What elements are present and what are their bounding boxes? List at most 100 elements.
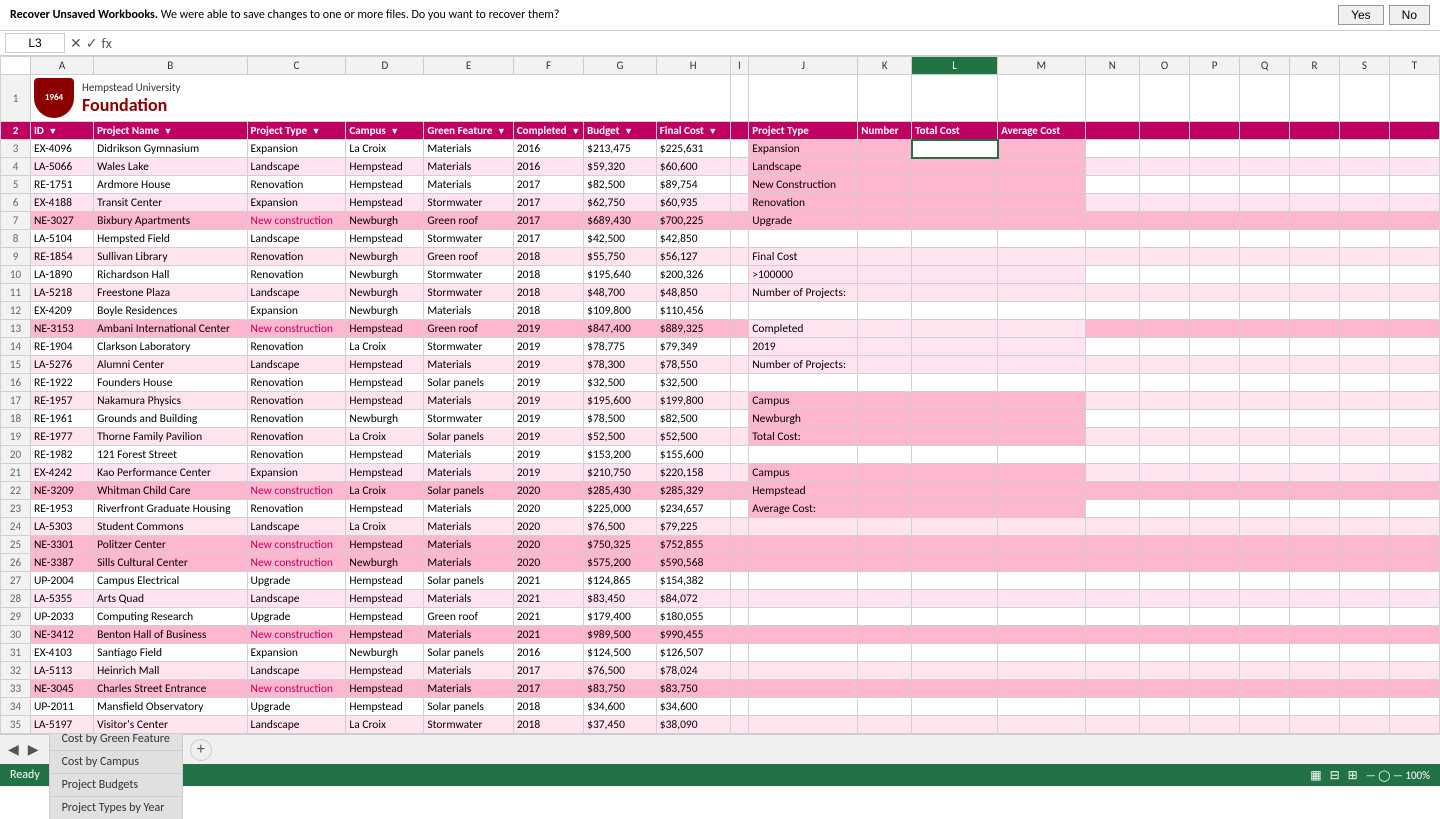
- number-val[interactable]: [858, 140, 912, 158]
- cell-col-17[interactable]: [1290, 410, 1340, 428]
- number-val[interactable]: [858, 392, 912, 410]
- cell-col-15[interactable]: [1190, 464, 1240, 482]
- total-cost-val[interactable]: [912, 194, 998, 212]
- number-val[interactable]: [858, 734, 912, 735]
- cell-final-cost[interactable]: $700,225: [656, 212, 730, 230]
- cell-green-feature[interactable]: Materials: [424, 680, 514, 698]
- cell-1-t[interactable]: [1389, 75, 1439, 122]
- total-cost-val[interactable]: [912, 572, 998, 590]
- cell-budget[interactable]: $109,800: [584, 302, 657, 320]
- cell-col-13[interactable]: [1085, 410, 1140, 428]
- project-type-val[interactable]: >100000: [749, 266, 858, 284]
- avg-cost-val[interactable]: [998, 158, 1085, 176]
- cell-project-name[interactable]: Richardson Hall: [94, 266, 247, 284]
- cell-col-15[interactable]: [1190, 302, 1240, 320]
- sheet-tab-cost-by-campus[interactable]: Cost by Campus: [49, 750, 183, 773]
- view-normal-icon[interactable]: ▦: [1310, 768, 1321, 783]
- cell-1-r[interactable]: [1290, 75, 1340, 122]
- cell-final-cost[interactable]: $752,855: [656, 536, 730, 554]
- cell-col-15[interactable]: [1190, 554, 1240, 572]
- avg-cost-val[interactable]: [998, 644, 1085, 662]
- cell-col-18[interactable]: [1340, 734, 1390, 735]
- cell-col-18[interactable]: [1340, 392, 1390, 410]
- cell-campus[interactable]: Hempstead: [346, 608, 424, 626]
- cell-id[interactable]: RE-1751: [31, 176, 94, 194]
- cell-col-15[interactable]: [1190, 428, 1240, 446]
- cell-col-18[interactable]: [1340, 482, 1390, 500]
- cell-col-19[interactable]: [1389, 590, 1439, 608]
- cell-id[interactable]: [31, 734, 94, 735]
- cell-project-name[interactable]: Computing Research: [94, 608, 247, 626]
- cell-col-17[interactable]: [1290, 374, 1340, 392]
- cell-col-13[interactable]: [1085, 698, 1140, 716]
- no-button[interactable]: No: [1389, 5, 1430, 25]
- cell-completed[interactable]: 2019: [513, 428, 583, 446]
- cell-id[interactable]: UP-2004: [31, 572, 94, 590]
- cell-project-type[interactable]: Renovation: [247, 248, 346, 266]
- cell-1-m[interactable]: [998, 75, 1085, 122]
- total-cost-val[interactable]: [912, 392, 998, 410]
- cell-green-feature[interactable]: Materials: [424, 518, 514, 536]
- cell-green-feature[interactable]: Stormwater: [424, 266, 514, 284]
- cell-green-feature[interactable]: Materials: [424, 626, 514, 644]
- cell-completed[interactable]: 2020: [513, 482, 583, 500]
- cell-col-13[interactable]: [1085, 392, 1140, 410]
- cell-final-cost[interactable]: $220,158: [656, 464, 730, 482]
- project-type-val[interactable]: Renovation: [749, 194, 858, 212]
- cell-final-cost[interactable]: $60,935: [656, 194, 730, 212]
- cell-id[interactable]: RE-1982: [31, 446, 94, 464]
- cell-project-type[interactable]: Expansion: [247, 140, 346, 158]
- cell-col-19[interactable]: [1389, 392, 1439, 410]
- cell-col-13[interactable]: [1085, 338, 1140, 356]
- cell-project-name[interactable]: Freestone Plaza: [94, 284, 247, 302]
- project-type-val[interactable]: [749, 230, 858, 248]
- cell-col-17[interactable]: [1290, 428, 1340, 446]
- cell-green-feature[interactable]: Materials: [424, 554, 514, 572]
- cell-green-feature[interactable]: Stormwater: [424, 230, 514, 248]
- total-cost-val[interactable]: [912, 356, 998, 374]
- project-type-val[interactable]: Expansion: [749, 140, 858, 158]
- col-e[interactable]: E: [424, 57, 514, 75]
- cell-col-15[interactable]: [1190, 716, 1240, 734]
- cell-col-14[interactable]: [1140, 662, 1190, 680]
- cell-project-type[interactable]: Landscape: [247, 284, 346, 302]
- total-cost-val[interactable]: [912, 500, 998, 518]
- cell-col-16[interactable]: [1240, 734, 1290, 735]
- cell-project-type[interactable]: Expansion: [247, 194, 346, 212]
- col-i[interactable]: I: [730, 57, 749, 75]
- cell-campus[interactable]: [346, 734, 424, 735]
- cell-col-16[interactable]: [1240, 410, 1290, 428]
- cell-project-type[interactable]: Upgrade: [247, 572, 346, 590]
- cell-campus[interactable]: Hempstead: [346, 194, 424, 212]
- cell-1-j[interactable]: [749, 75, 858, 122]
- cell-col-13[interactable]: [1085, 302, 1140, 320]
- cell-col-13[interactable]: [1085, 176, 1140, 194]
- cell-col-17[interactable]: [1290, 554, 1340, 572]
- cell-col-19[interactable]: [1389, 158, 1439, 176]
- total-cost-val[interactable]: [912, 518, 998, 536]
- cell-final-cost[interactable]: $889,325: [656, 320, 730, 338]
- cell-col-15[interactable]: [1190, 698, 1240, 716]
- cell-col-18[interactable]: [1340, 554, 1390, 572]
- project-type-val[interactable]: Total Cost:: [749, 428, 858, 446]
- tab-next-icon[interactable]: ▶: [25, 741, 42, 758]
- cell-col-13[interactable]: [1085, 428, 1140, 446]
- cell-col-16[interactable]: [1240, 158, 1290, 176]
- number-val[interactable]: [858, 302, 912, 320]
- cell-col-13[interactable]: [1085, 374, 1140, 392]
- cell-col-18[interactable]: [1340, 140, 1390, 158]
- cell-col-18[interactable]: [1340, 284, 1390, 302]
- avg-cost-val[interactable]: [998, 374, 1085, 392]
- cell-col-18[interactable]: [1340, 266, 1390, 284]
- cell-completed[interactable]: 2017: [513, 230, 583, 248]
- cell-col-15[interactable]: [1190, 230, 1240, 248]
- number-val[interactable]: [858, 464, 912, 482]
- cell-green-feature[interactable]: Green roof: [424, 212, 514, 230]
- avg-cost-val[interactable]: [998, 302, 1085, 320]
- cell-id[interactable]: RE-1904: [31, 338, 94, 356]
- cell-completed[interactable]: [513, 734, 583, 735]
- cell-col-19[interactable]: [1389, 626, 1439, 644]
- cell-final-cost[interactable]: $225,631: [656, 140, 730, 158]
- cell-col-13[interactable]: [1085, 194, 1140, 212]
- hdr-budget[interactable]: Budget ▼: [584, 122, 657, 140]
